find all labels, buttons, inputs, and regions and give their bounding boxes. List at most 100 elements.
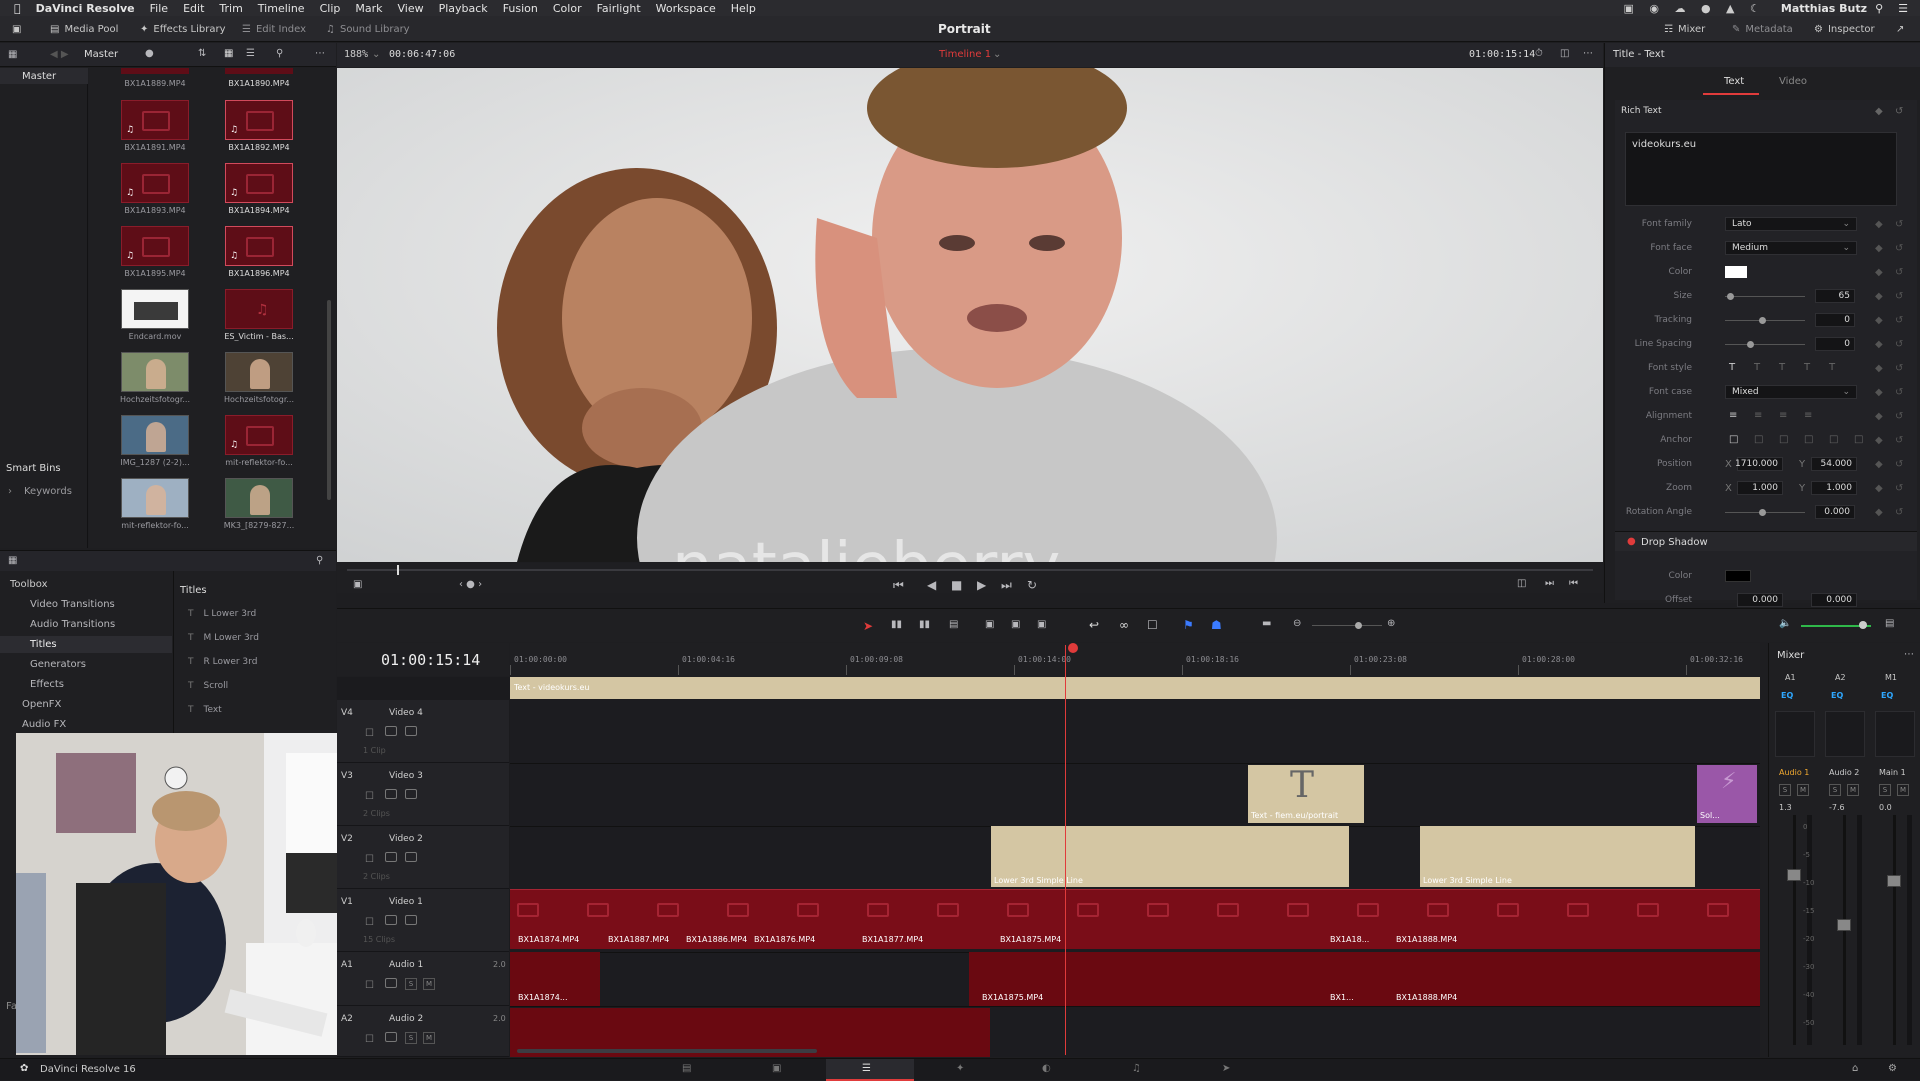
- sync-icon[interactable]: ⏱: [1535, 48, 1543, 59]
- track-id[interactable]: V2: [341, 834, 353, 844]
- eq-button[interactable]: EQ: [1831, 691, 1843, 700]
- track-lock-icon[interactable]: ☐: [365, 1034, 374, 1045]
- audiofx-label[interactable]: Audio FX: [22, 719, 66, 730]
- track-lock-icon[interactable]: ☐: [365, 728, 374, 739]
- more-options-icon[interactable]: ⋯: [1583, 48, 1593, 59]
- zoom-slider[interactable]: [1312, 625, 1382, 626]
- play-icon[interactable]: ▶: [977, 578, 986, 592]
- track-visibility-icon[interactable]: [385, 978, 397, 991]
- clip-thumbnail[interactable]: [225, 478, 293, 518]
- format-option-icon[interactable]: □: [1804, 434, 1813, 445]
- skip-forward-icon[interactable]: ⏭: [1001, 578, 1012, 593]
- selection-tool-icon[interactable]: ➤: [863, 619, 873, 633]
- format-option-icon[interactable]: □: [1779, 434, 1788, 445]
- format-option-icon[interactable]: □: [1754, 434, 1763, 445]
- menu-view[interactable]: View: [397, 2, 423, 15]
- overwrite-icon[interactable]: ▣: [1011, 619, 1020, 630]
- track-enable-icon[interactable]: [405, 789, 417, 802]
- solo-button[interactable]: S: [1829, 784, 1844, 796]
- track-header[interactable]: A1 Audio 1 2.0 ☐ S M: [337, 952, 509, 1006]
- insert-icon[interactable]: ▣: [985, 619, 994, 630]
- keyframe-icon[interactable]: ◆: [1875, 291, 1883, 302]
- solo-button[interactable]: S: [405, 978, 420, 990]
- format-option-icon[interactable]: T: [1754, 362, 1760, 373]
- snapping-icon[interactable]: ↩: [1089, 618, 1099, 632]
- track-lock-icon[interactable]: ☐: [365, 980, 374, 991]
- track-visibility-icon[interactable]: [385, 915, 397, 928]
- fader-knob[interactable]: [1837, 919, 1851, 931]
- keyframe-icon[interactable]: ◆: [1875, 507, 1883, 518]
- trim-tool-icon[interactable]: ▮▮: [891, 619, 902, 630]
- clip-thumbnail[interactable]: ♫: [225, 289, 293, 329]
- cut-page-icon[interactable]: ▣: [772, 1063, 781, 1074]
- track-header[interactable]: V1 Video 1 ☐ 15 Clips: [337, 889, 509, 952]
- track-visibility-icon[interactable]: [385, 852, 397, 865]
- slider-knob[interactable]: [1727, 293, 1734, 300]
- reset-icon[interactable]: ↺: [1895, 435, 1903, 446]
- volume-knob[interactable]: [1859, 621, 1867, 629]
- inspector-slider[interactable]: [1725, 296, 1805, 297]
- marker-icon[interactable]: ☗: [1211, 618, 1222, 632]
- mute-button[interactable]: M: [423, 978, 438, 990]
- zoom-full-icon[interactable]: ▬: [1262, 618, 1271, 629]
- title-item[interactable]: M Lower 3rd: [204, 633, 259, 643]
- replace-icon[interactable]: ▣: [1037, 619, 1046, 630]
- menu-playback[interactable]: Playback: [439, 2, 488, 15]
- dim-icon[interactable]: ▤: [1885, 618, 1894, 629]
- format-option-icon[interactable]: T: [1779, 362, 1785, 373]
- reset-icon[interactable]: ↺: [1895, 459, 1903, 470]
- menu-edit[interactable]: Edit: [183, 2, 204, 15]
- title-item[interactable]: Scroll: [204, 681, 229, 691]
- blade-tool-icon[interactable]: ▤: [949, 619, 958, 630]
- reset-icon[interactable]: ↺: [1895, 291, 1903, 302]
- clip-thumbnail[interactable]: ♫: [121, 100, 189, 140]
- settings-gear-icon[interactable]: ⚙: [1888, 1063, 1897, 1074]
- timeline-selector[interactable]: Timeline 1: [939, 49, 991, 60]
- keyframe-icon[interactable]: ◆: [1875, 106, 1883, 117]
- track-id[interactable]: V3: [341, 771, 353, 781]
- prev-edit-icon[interactable]: ⏮: [1569, 578, 1578, 589]
- track-lock-icon[interactable]: ☐: [365, 917, 374, 928]
- reset-icon[interactable]: ↺: [1895, 106, 1903, 117]
- track-enable-icon[interactable]: [405, 852, 417, 865]
- x-value-input[interactable]: 1710.000: [1735, 457, 1783, 471]
- edit-index-button[interactable]: ☰ Edit Index: [242, 16, 306, 42]
- fx-category[interactable]: Generators: [30, 659, 86, 670]
- zoom-slider-knob[interactable]: [1355, 622, 1362, 629]
- fx-category[interactable]: Audio Transitions: [30, 619, 115, 630]
- track-visibility-icon[interactable]: [385, 726, 397, 739]
- track-lock-icon[interactable]: ☐: [365, 791, 374, 802]
- inspector-value[interactable]: 0.000: [1815, 505, 1855, 519]
- zoom-out-icon[interactable]: ⊖: [1293, 618, 1301, 629]
- audio-clip[interactable]: [969, 952, 1760, 1006]
- fairlight-page-icon[interactable]: ♫: [1132, 1063, 1141, 1074]
- reset-icon[interactable]: ↺: [1895, 363, 1903, 374]
- clip-thumbnail[interactable]: ♫: [121, 226, 189, 266]
- toolbox-label[interactable]: Toolbox: [10, 579, 48, 590]
- keyframe-icon[interactable]: ◆: [1875, 243, 1883, 254]
- clip-thumbnail[interactable]: ♫: [225, 415, 293, 455]
- reset-icon[interactable]: ↺: [1895, 339, 1903, 350]
- username[interactable]: Matthias Butz: [1781, 2, 1867, 15]
- crop-icon[interactable]: ▣: [353, 579, 362, 590]
- next-edit-icon[interactable]: ⏭: [1545, 578, 1554, 589]
- reset-icon[interactable]: ↺: [1895, 507, 1903, 518]
- metadata-button[interactable]: ✎ Metadata: [1732, 16, 1793, 42]
- inspector-slider[interactable]: [1725, 344, 1805, 345]
- enable-dot-icon[interactable]: ●: [1627, 536, 1636, 547]
- reset-icon[interactable]: ↺: [1895, 219, 1903, 230]
- inspector-dropdown[interactable]: Medium ⌄: [1725, 241, 1857, 255]
- reset-icon[interactable]: ↺: [1895, 267, 1903, 278]
- home-icon[interactable]: ⌂: [1852, 1063, 1858, 1074]
- search-icon[interactable]: ⚲: [1875, 2, 1883, 15]
- track-header[interactable]: A2 Audio 2 2.0 ☐ S M: [337, 1006, 509, 1057]
- clip-thumbnail[interactable]: ♫: [225, 163, 293, 203]
- reset-icon[interactable]: ↺: [1895, 315, 1903, 326]
- eq-button[interactable]: EQ: [1881, 691, 1893, 700]
- menu-help[interactable]: Help: [731, 2, 756, 15]
- menu-mark[interactable]: Mark: [355, 2, 382, 15]
- menu-color[interactable]: Color: [553, 2, 582, 15]
- stop-icon[interactable]: ■: [951, 578, 962, 592]
- fx-category-titles[interactable]: Titles: [30, 639, 57, 650]
- list-view-icon[interactable]: ☰: [246, 48, 255, 59]
